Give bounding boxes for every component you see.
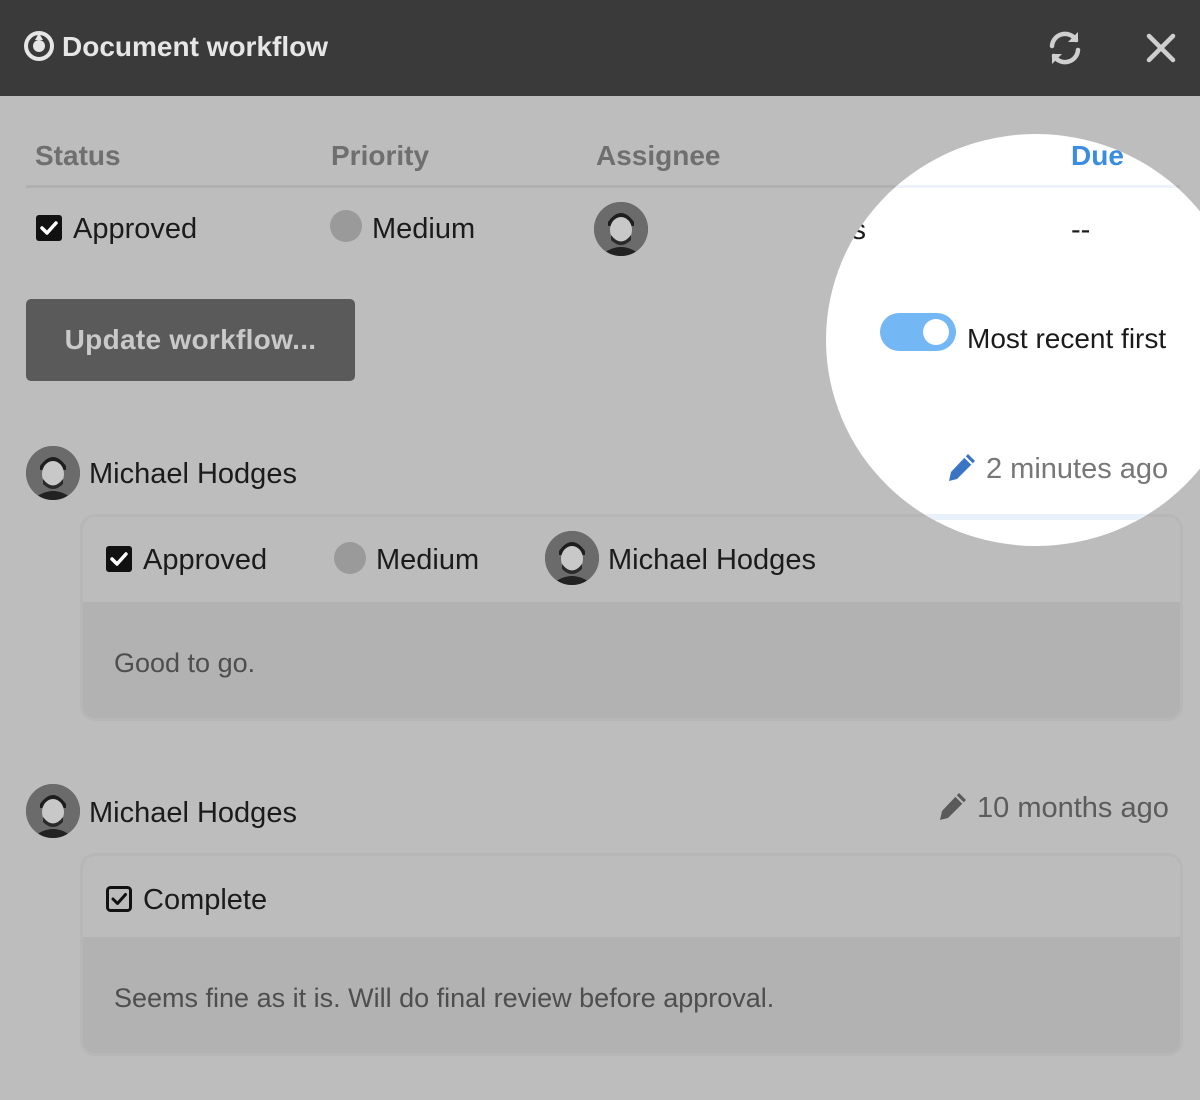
current-assignee: Michael Hodges	[826, 214, 866, 246]
history-comment: Seems fine as it is. Will do final revie…	[114, 983, 775, 1013]
avatar	[594, 202, 648, 256]
history-status: Complete	[143, 884, 268, 916]
refresh-icon[interactable]	[1043, 26, 1087, 70]
history-author: Michael Hodges	[89, 458, 297, 490]
history-time: 2 minutes ago	[986, 453, 1169, 485]
pencil-icon	[949, 454, 975, 481]
avatar	[545, 531, 599, 585]
current-status: Approved	[73, 213, 198, 245]
priority-dot-icon	[330, 210, 362, 242]
title-bar: Document workflow	[0, 0, 1200, 96]
history-priority: Medium	[376, 544, 480, 576]
checkbox-outline-icon	[106, 886, 132, 912]
history-status: Approved	[143, 544, 268, 576]
window-title: Document workflow	[62, 31, 329, 62]
person-icon	[26, 446, 80, 500]
current-priority: Medium	[372, 213, 476, 245]
person-icon	[545, 531, 599, 585]
history-time: 10 months ago	[977, 792, 1169, 824]
history-card: Approved Medium Michael Hodges Good to g…	[83, 517, 1180, 718]
current-due: --	[1071, 214, 1091, 246]
person-icon	[26, 784, 80, 838]
sort-toggle[interactable]	[880, 313, 956, 351]
column-header-status: Status	[35, 140, 121, 171]
card-edge-highlight	[826, 514, 1180, 520]
column-header-priority: Priority	[331, 140, 430, 171]
workflow-logo-icon	[24, 31, 54, 61]
refresh-button[interactable]	[1043, 26, 1087, 70]
checked-checkbox-icon	[106, 546, 132, 572]
close-icon[interactable]	[1139, 26, 1183, 70]
avatar	[26, 784, 80, 838]
priority-dot-icon	[334, 542, 366, 574]
history-card-fields: Complete	[83, 856, 1180, 937]
avatar	[26, 446, 80, 500]
history-card: Complete Seems fine as it is. Will do fi…	[83, 856, 1180, 1053]
pencil-icon	[940, 793, 966, 820]
column-header-assignee: Assignee	[596, 140, 721, 171]
person-icon	[594, 202, 648, 256]
sort-toggle-label: Most recent first	[967, 323, 1167, 354]
toggle-knob	[923, 319, 949, 345]
checked-checkbox-icon	[36, 215, 62, 241]
history-assignee: Michael Hodges	[608, 544, 816, 576]
spotlight-highlight: Due Michael Hodges -- Most recent first …	[826, 134, 1200, 546]
header-divider	[826, 185, 1180, 188]
column-header-due[interactable]: Due	[1071, 136, 1124, 176]
history-author: Michael Hodges	[89, 797, 297, 829]
update-workflow-button[interactable]: Update workflow...	[26, 299, 355, 381]
history-comment: Good to go.	[114, 648, 256, 678]
close-button[interactable]	[1139, 26, 1183, 70]
